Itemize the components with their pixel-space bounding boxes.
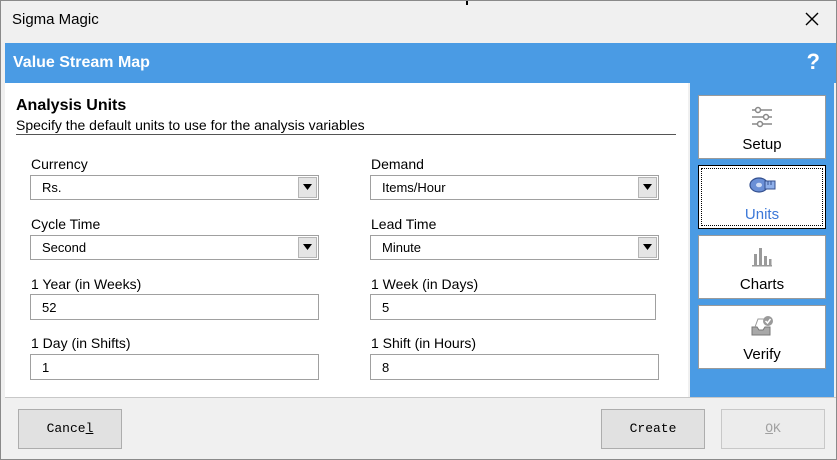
cancel-button[interactable]: Cancel: [18, 409, 122, 449]
cancel-label: Cance: [46, 421, 86, 436]
ok-label: K: [773, 421, 781, 436]
window-title: Sigma Magic: [12, 11, 99, 28]
nav-setup-button[interactable]: Setup: [698, 95, 826, 159]
ok-hotkey: O: [765, 421, 773, 436]
cycle-time-label: Cycle Time: [31, 216, 101, 232]
lead-time-value: Minute: [382, 240, 422, 255]
day-shifts-value: 1: [42, 360, 50, 375]
help-button[interactable]: ?: [807, 49, 820, 75]
nav-verify-button[interactable]: Verify: [698, 305, 826, 369]
cycle-time-value: Second: [42, 240, 87, 255]
year-weeks-input[interactable]: 52: [30, 294, 319, 320]
demand-select[interactable]: Items/Hour: [370, 175, 659, 200]
chevron-down-icon[interactable]: [638, 177, 657, 198]
chevron-down-icon[interactable]: [298, 177, 317, 198]
week-days-label: 1 Week (in Days): [371, 276, 479, 292]
lead-time-label: Lead Time: [371, 216, 437, 232]
year-weeks-value: 52: [42, 300, 57, 315]
dialog-window: Sigma Magic Value Stream Map ? Analysis …: [0, 0, 837, 460]
units-panel: Analysis Units Specify the default units…: [5, 83, 688, 397]
currency-select[interactable]: Rs.: [30, 175, 319, 200]
title-bar-mark: [466, 1, 468, 5]
day-shifts-label: 1 Day (in Shifts): [31, 335, 131, 351]
nav-charts-button[interactable]: Charts: [698, 235, 826, 299]
verify-icon: [749, 314, 775, 338]
shift-hours-input[interactable]: 8: [370, 354, 659, 380]
nav-verify-label: Verify: [743, 346, 781, 363]
nav-setup-label: Setup: [742, 136, 782, 153]
nav-sidebar: Setup Units Charts Verify: [690, 83, 834, 397]
title-bar: Sigma Magic: [1, 1, 836, 39]
lead-time-select[interactable]: Minute: [370, 235, 659, 260]
chevron-down-icon[interactable]: [638, 237, 657, 258]
shift-hours-value: 8: [382, 360, 390, 375]
shift-hours-label: 1 Shift (in Hours): [371, 335, 477, 351]
header-title: Value Stream Map: [13, 54, 150, 71]
close-icon[interactable]: [802, 9, 822, 29]
nav-units-label: Units: [744, 206, 780, 223]
section-title: Analysis Units: [16, 97, 127, 114]
week-days-value: 5: [382, 300, 390, 315]
dialog-header: Value Stream Map ?: [5, 43, 836, 83]
week-days-input[interactable]: 5: [370, 294, 656, 320]
currency-label: Currency: [31, 156, 88, 172]
chevron-down-icon[interactable]: [298, 237, 317, 258]
bar-chart-icon: [750, 244, 774, 268]
section-divider: [16, 134, 676, 135]
create-label: Create: [629, 421, 677, 436]
measuring-tape-icon: [748, 174, 776, 198]
demand-value: Items/Hour: [382, 180, 446, 195]
sliders-icon: [749, 104, 775, 130]
day-shifts-input[interactable]: 1: [30, 354, 319, 380]
demand-label: Demand: [371, 156, 424, 172]
section-description: Specify the default units to use for the…: [16, 117, 365, 133]
dialog-footer: Cancel Create OK: [5, 397, 836, 459]
create-button[interactable]: Create: [601, 409, 705, 449]
currency-value: Rs.: [42, 180, 62, 195]
cycle-time-select[interactable]: Second: [30, 235, 319, 260]
year-weeks-label: 1 Year (in Weeks): [31, 276, 142, 292]
nav-units-button[interactable]: Units: [698, 165, 826, 229]
nav-charts-label: Charts: [739, 276, 785, 293]
ok-button[interactable]: OK: [721, 409, 825, 449]
cancel-hotkey: l: [85, 421, 94, 436]
